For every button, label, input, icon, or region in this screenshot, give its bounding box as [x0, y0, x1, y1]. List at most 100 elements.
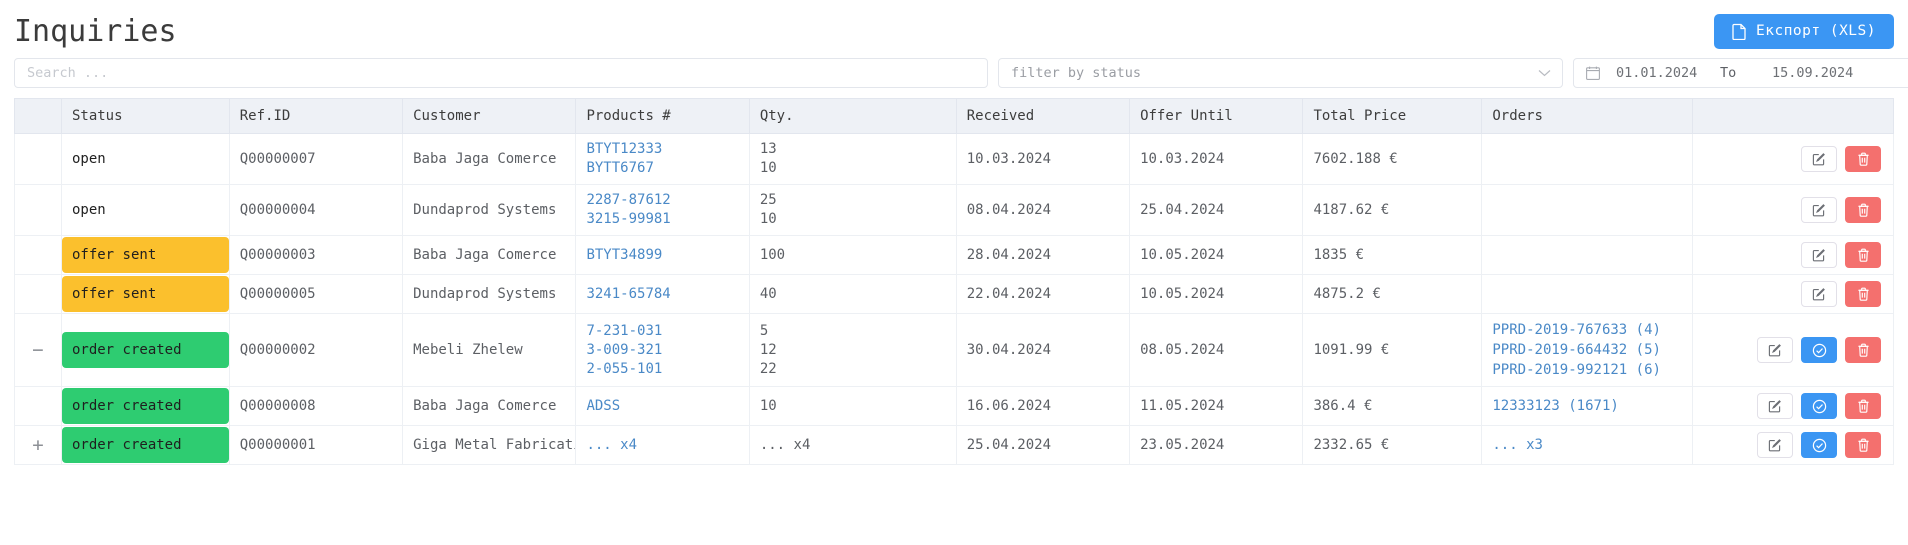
- products-cell[interactable]: BTYT34899: [575, 235, 750, 275]
- confirm-button[interactable]: [1801, 432, 1837, 458]
- offer-until-cell: 11.05.2024: [1129, 386, 1304, 426]
- ref-id-cell: Q00000001: [228, 425, 404, 465]
- product-link[interactable]: 3241-65784: [586, 285, 738, 304]
- inquiries-table: Status Ref.ID Customer Products # Qty. R…: [14, 98, 1895, 465]
- product-link[interactable]: 2-055-101: [586, 360, 738, 379]
- products-cell[interactable]: 3241-65784: [575, 274, 750, 314]
- order-link[interactable]: ... x3: [1492, 435, 1681, 455]
- customer-link[interactable]: Mebeli Zhelew: [402, 313, 577, 387]
- column-header-customer[interactable]: Customer: [402, 98, 577, 134]
- column-header-qty[interactable]: Qty.: [749, 98, 957, 134]
- delete-button[interactable]: [1845, 281, 1881, 307]
- actions-cell: [1691, 133, 1895, 185]
- products-cell[interactable]: ... x4: [575, 425, 750, 465]
- column-header-offer-until[interactable]: Offer Until: [1129, 98, 1304, 134]
- status-cell: open: [60, 133, 230, 185]
- customer-link[interactable]: Giga Metal Fabrication: [402, 425, 577, 465]
- column-header-expander: [14, 98, 62, 134]
- orders-cell[interactable]: PPRD-2019-767633 (4) PPRD-2019-664432 (5)…: [1481, 313, 1693, 387]
- products-cell[interactable]: 2287-87612 3215-99981: [575, 184, 750, 236]
- expand-row-icon[interactable]: +: [15, 435, 60, 455]
- date-range-separator: To: [1720, 65, 1737, 81]
- check-circle-icon: [1812, 438, 1827, 453]
- edit-button[interactable]: [1757, 393, 1793, 419]
- order-link[interactable]: PPRD-2019-664432 (5): [1492, 340, 1681, 360]
- column-header-total-price[interactable]: Total Price: [1302, 98, 1483, 134]
- column-header-products[interactable]: Products #: [575, 98, 750, 134]
- delete-button[interactable]: [1845, 432, 1881, 458]
- status-badge: order created: [62, 388, 229, 424]
- delete-button[interactable]: [1845, 146, 1881, 172]
- row-expander-cell: [14, 133, 62, 185]
- offer-until-cell: 10.05.2024: [1129, 235, 1304, 275]
- column-header-status[interactable]: Status: [61, 98, 230, 134]
- qty-cell: 25 10: [748, 184, 957, 236]
- products-cell[interactable]: 7-231-031 3-009-321 2-055-101: [575, 313, 750, 387]
- edit-button[interactable]: [1801, 146, 1837, 172]
- product-link[interactable]: 2287-87612: [586, 191, 738, 210]
- product-link[interactable]: ADSS: [586, 397, 738, 416]
- offer-until-cell: 23.05.2024: [1129, 425, 1304, 465]
- collapse-row-icon[interactable]: −: [15, 340, 60, 360]
- customer-link[interactable]: Baba Jaga Comerce: [402, 133, 577, 185]
- table-row: open Q00000004 Dundaprod Systems 2287-87612…: [14, 184, 1895, 236]
- search-input[interactable]: [14, 58, 988, 88]
- customer-link[interactable]: Baba Jaga Comerce: [402, 386, 577, 426]
- order-link[interactable]: PPRD-2019-992121 (6): [1492, 360, 1681, 380]
- edit-icon: [1768, 438, 1782, 452]
- offer-until-cell: 10.03.2024: [1129, 133, 1304, 185]
- edit-button[interactable]: [1801, 281, 1837, 307]
- column-header-orders[interactable]: Orders: [1481, 98, 1693, 134]
- product-link[interactable]: 3215-99981: [586, 210, 738, 229]
- qty-cell: ... x4: [748, 425, 957, 465]
- edit-button[interactable]: [1801, 197, 1837, 223]
- edit-button[interactable]: [1757, 432, 1793, 458]
- export-xls-button[interactable]: Експорт (XLS): [1714, 13, 1894, 49]
- product-link[interactable]: 3-009-321: [586, 341, 738, 360]
- trash-icon: [1857, 203, 1870, 217]
- product-link[interactable]: BTYT34899: [586, 246, 738, 265]
- page-title: Inquiries: [14, 13, 177, 49]
- qty-value: 22: [759, 360, 777, 377]
- table-head: Status Ref.ID Customer Products # Qty. R…: [14, 98, 1895, 134]
- actions-cell: [1691, 235, 1895, 275]
- offer-until-cell: 08.05.2024: [1129, 313, 1304, 387]
- total-price-cell: 1091.99 €: [1302, 313, 1483, 387]
- customer-link[interactable]: Dundaprod Systems: [402, 184, 577, 236]
- column-header-ref-id[interactable]: Ref.ID: [229, 98, 404, 134]
- date-range-picker[interactable]: 01.01.2024 To 15.09.2024: [1573, 58, 1908, 88]
- product-link[interactable]: ... x4: [586, 436, 738, 455]
- delete-button[interactable]: [1845, 197, 1881, 223]
- product-link[interactable]: BYTT6767: [586, 159, 738, 178]
- products-cell[interactable]: BTYT12333 BYTT6767: [575, 133, 750, 185]
- row-action-group: [1703, 393, 1883, 419]
- orders-cell[interactable]: 12333123 (1671): [1481, 386, 1693, 426]
- confirm-button[interactable]: [1801, 337, 1837, 363]
- received-cell: 28.04.2024: [955, 235, 1131, 275]
- delete-button[interactable]: [1845, 337, 1881, 363]
- products-cell[interactable]: ADSS: [575, 386, 750, 426]
- product-link[interactable]: 7-231-031: [586, 322, 738, 341]
- order-link[interactable]: PPRD-2019-767633 (4): [1492, 320, 1681, 340]
- edit-icon: [1768, 399, 1782, 413]
- delete-button[interactable]: [1845, 393, 1881, 419]
- edit-button[interactable]: [1757, 337, 1793, 363]
- customer-link[interactable]: Dundaprod Systems: [402, 274, 577, 314]
- row-action-group: [1703, 146, 1883, 172]
- edit-icon: [1768, 343, 1782, 357]
- customer-link[interactable]: Baba Jaga Comerce: [402, 235, 577, 275]
- column-header-received[interactable]: Received: [956, 98, 1131, 134]
- confirm-button[interactable]: [1801, 393, 1837, 419]
- row-expander-cell[interactable]: −: [14, 313, 62, 387]
- order-link[interactable]: 12333123 (1671): [1492, 396, 1681, 416]
- received-cell: 08.04.2024: [955, 184, 1131, 236]
- row-expander-cell[interactable]: +: [14, 425, 62, 465]
- status-badge: open: [71, 202, 106, 218]
- status-filter-select[interactable]: filter by status: [998, 58, 1563, 88]
- trash-icon: [1857, 287, 1870, 301]
- orders-cell[interactable]: ... x3: [1481, 425, 1693, 465]
- qty-value: 12: [759, 341, 777, 358]
- edit-button[interactable]: [1801, 242, 1837, 268]
- delete-button[interactable]: [1845, 242, 1881, 268]
- product-link[interactable]: BTYT12333: [586, 140, 738, 159]
